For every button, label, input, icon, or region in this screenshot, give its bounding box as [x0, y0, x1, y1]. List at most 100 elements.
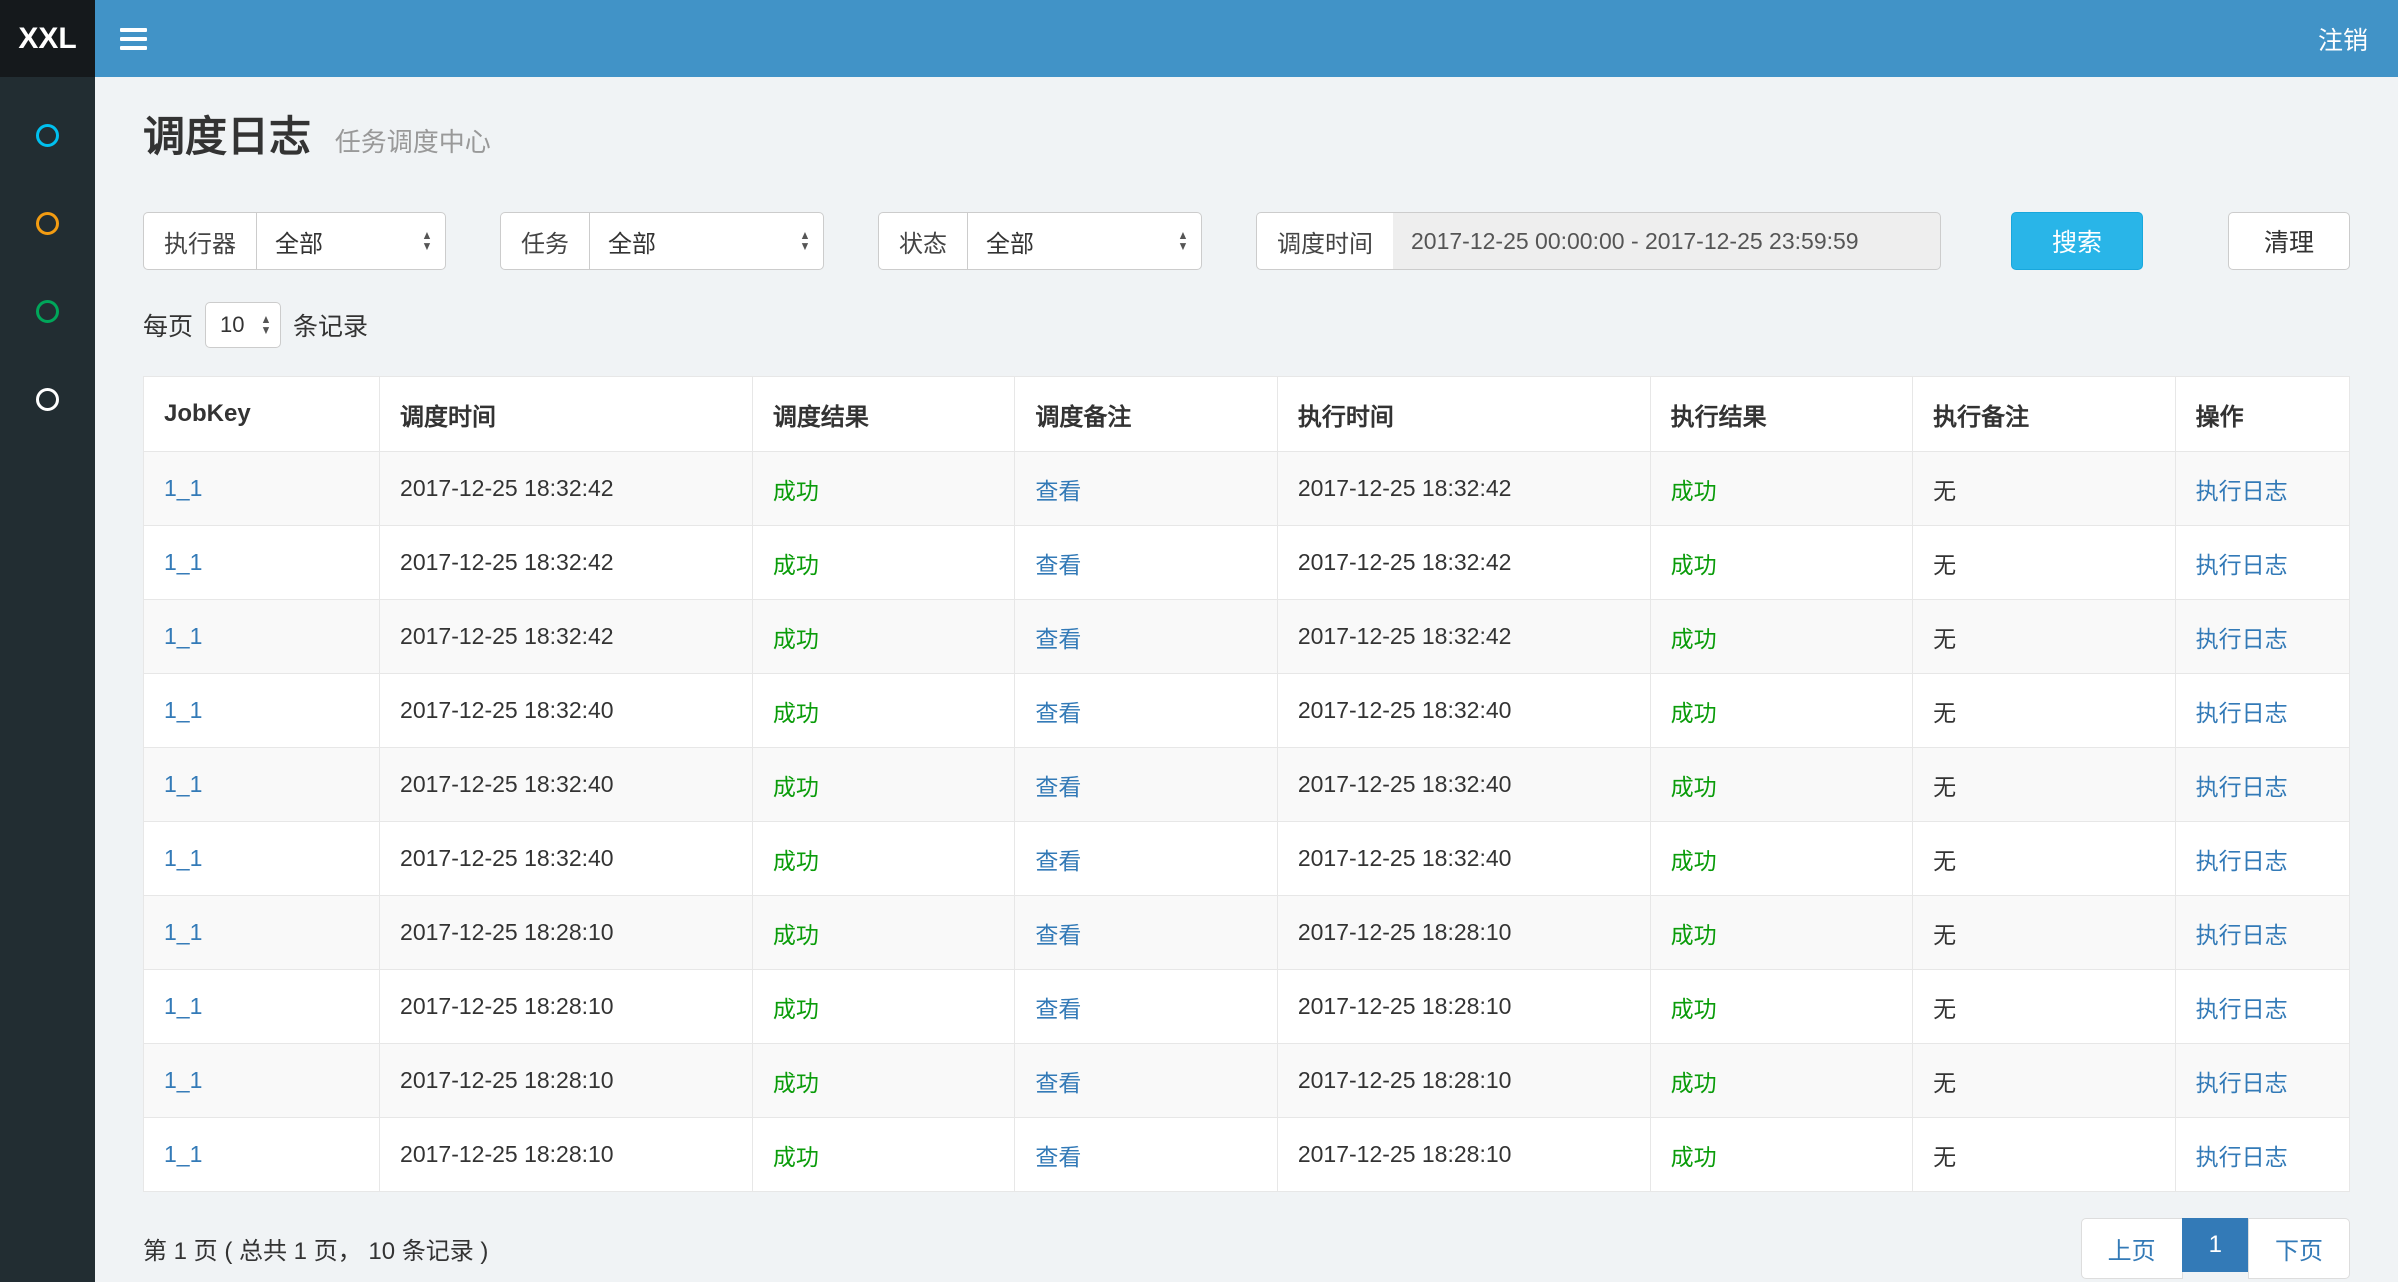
trigger-msg-cell: 查看 — [1015, 600, 1278, 674]
table-row: 1_1 2017-12-25 18:32:42 成功 查看 2017-12-25… — [144, 526, 2350, 600]
trigger-msg-link[interactable]: 查看 — [1035, 1070, 1081, 1096]
action-cell: 执行日志 — [2175, 896, 2349, 970]
col-jobkey: JobKey — [144, 377, 380, 452]
jobkey-link[interactable]: 1_1 — [164, 1067, 202, 1093]
handle-msg-cell: 无 — [1913, 452, 2176, 526]
trigger-msg-link[interactable]: 查看 — [1035, 774, 1081, 800]
sidebar-item-3[interactable] — [0, 267, 95, 355]
action-cell: 执行日志 — [2175, 526, 2349, 600]
exec-log-link[interactable]: 执行日志 — [2196, 700, 2288, 726]
app-logo[interactable]: XXL — [0, 0, 95, 77]
trigger-result-cell: 成功 — [752, 674, 1015, 748]
page-summary: 第 1 页 ( 总共 1 页， 10 条记录 ) — [143, 1231, 488, 1266]
trigger-time-cell: 2017-12-25 18:28:10 — [380, 896, 753, 970]
filter-bar: 执行器 全部 ▲▼ 任务 全部 ▲▼ 状态 全部 ▲▼ 调度时间 搜索 清理 — [143, 212, 2350, 270]
trigger-msg-link[interactable]: 查看 — [1035, 700, 1081, 726]
exec-log-link[interactable]: 执行日志 — [2196, 848, 2288, 874]
handle-msg-cell: 无 — [1913, 1044, 2176, 1118]
col-handle-msg: 执行备注 — [1913, 377, 2176, 452]
jobkey-link[interactable]: 1_1 — [164, 549, 202, 575]
jobkey-link[interactable]: 1_1 — [164, 697, 202, 723]
table-row: 1_1 2017-12-25 18:28:10 成功 查看 2017-12-25… — [144, 896, 2350, 970]
trigger-msg-link[interactable]: 查看 — [1035, 996, 1081, 1022]
status-filter-label: 状态 — [878, 212, 967, 270]
handle-msg-cell: 无 — [1913, 526, 2176, 600]
sidebar-item-2[interactable] — [0, 179, 95, 267]
exec-log-link[interactable]: 执行日志 — [2196, 478, 2288, 504]
trigger-msg-cell: 查看 — [1015, 674, 1278, 748]
trigger-time-cell: 2017-12-25 18:28:10 — [380, 970, 753, 1044]
jobkey-cell: 1_1 — [144, 674, 380, 748]
circle-icon — [36, 212, 59, 235]
exec-log-link[interactable]: 执行日志 — [2196, 626, 2288, 652]
handle-result-cell: 成功 — [1650, 822, 1913, 896]
trigger-result-text: 成功 — [773, 1144, 819, 1170]
trigger-msg-cell: 查看 — [1015, 748, 1278, 822]
select-stepper-icon: ▲▼ — [1177, 230, 1189, 252]
exec-log-link[interactable]: 执行日志 — [2196, 1070, 2288, 1096]
handle-result-cell: 成功 — [1650, 600, 1913, 674]
trigger-time-range-input[interactable] — [1393, 212, 1941, 270]
trigger-result-text: 成功 — [773, 1070, 819, 1096]
trigger-msg-link[interactable]: 查看 — [1035, 552, 1081, 578]
trigger-msg-link[interactable]: 查看 — [1035, 848, 1081, 874]
trigger-msg-cell: 查看 — [1015, 970, 1278, 1044]
executor-select-value: 全部 — [275, 224, 323, 259]
sidebar-item-4[interactable] — [0, 355, 95, 443]
jobkey-cell: 1_1 — [144, 748, 380, 822]
trigger-time-cell: 2017-12-25 18:32:42 — [380, 452, 753, 526]
sidebar-item-1[interactable] — [0, 91, 95, 179]
trigger-result-cell: 成功 — [752, 970, 1015, 1044]
handle-time-cell: 2017-12-25 18:32:42 — [1277, 600, 1650, 674]
next-page-button[interactable]: 下页 — [2248, 1218, 2350, 1279]
jobkey-link[interactable]: 1_1 — [164, 1141, 202, 1167]
jobkey-cell: 1_1 — [144, 1118, 380, 1192]
exec-log-link[interactable]: 执行日志 — [2196, 996, 2288, 1022]
handle-result-text: 成功 — [1671, 1070, 1717, 1096]
status-filter-group: 状态 全部 ▲▼ — [878, 212, 1202, 270]
current-page-button[interactable]: 1 — [2182, 1218, 2249, 1272]
handle-result-cell: 成功 — [1650, 1118, 1913, 1192]
jobkey-link[interactable]: 1_1 — [164, 993, 202, 1019]
page-size-select[interactable]: 10 ▲▼ — [205, 302, 281, 348]
executor-filter-label: 执行器 — [143, 212, 256, 270]
jobkey-link[interactable]: 1_1 — [164, 475, 202, 501]
jobkey-link[interactable]: 1_1 — [164, 845, 202, 871]
handle-msg-cell: 无 — [1913, 822, 2176, 896]
log-table-body: 1_1 2017-12-25 18:32:42 成功 查看 2017-12-25… — [144, 452, 2350, 1192]
prev-page-button[interactable]: 上页 — [2081, 1218, 2183, 1279]
per-page-suffix: 条记录 — [293, 307, 368, 343]
exec-log-link[interactable]: 执行日志 — [2196, 552, 2288, 578]
clear-button[interactable]: 清理 — [2228, 212, 2350, 270]
exec-log-link[interactable]: 执行日志 — [2196, 774, 2288, 800]
executor-select[interactable]: 全部 ▲▼ — [256, 212, 446, 270]
handle-result-text: 成功 — [1671, 774, 1717, 800]
trigger-msg-link[interactable]: 查看 — [1035, 626, 1081, 652]
handle-msg-cell: 无 — [1913, 674, 2176, 748]
status-select[interactable]: 全部 ▲▼ — [967, 212, 1202, 270]
trigger-msg-link[interactable]: 查看 — [1035, 1144, 1081, 1170]
trigger-msg-link[interactable]: 查看 — [1035, 478, 1081, 504]
exec-log-link[interactable]: 执行日志 — [2196, 1144, 2288, 1170]
handle-result-text: 成功 — [1671, 922, 1717, 948]
trigger-result-text: 成功 — [773, 922, 819, 948]
handle-result-text: 成功 — [1671, 626, 1717, 652]
jobkey-link[interactable]: 1_1 — [164, 771, 202, 797]
handle-time-cell: 2017-12-25 18:32:40 — [1277, 822, 1650, 896]
trigger-result-text: 成功 — [773, 774, 819, 800]
jobkey-link[interactable]: 1_1 — [164, 623, 202, 649]
jobkey-link[interactable]: 1_1 — [164, 919, 202, 945]
search-button[interactable]: 搜索 — [2011, 212, 2143, 270]
exec-log-link[interactable]: 执行日志 — [2196, 922, 2288, 948]
sidebar-toggle-button[interactable] — [95, 0, 171, 77]
col-trigger-result: 调度结果 — [752, 377, 1015, 452]
handle-msg-cell: 无 — [1913, 748, 2176, 822]
page-title: 调度日志 任务调度中心 — [143, 112, 2350, 167]
logout-link[interactable]: 注销 — [2288, 21, 2398, 57]
job-select[interactable]: 全部 ▲▼ — [589, 212, 824, 270]
table-row: 1_1 2017-12-25 18:28:10 成功 查看 2017-12-25… — [144, 1044, 2350, 1118]
content-wrapper: 调度日志 任务调度中心 执行器 全部 ▲▼ 任务 全部 ▲▼ 状态 全部 ▲▼ — [95, 0, 2398, 1279]
per-page-prefix: 每页 — [143, 307, 193, 343]
trigger-msg-link[interactable]: 查看 — [1035, 922, 1081, 948]
action-cell: 执行日志 — [2175, 822, 2349, 896]
